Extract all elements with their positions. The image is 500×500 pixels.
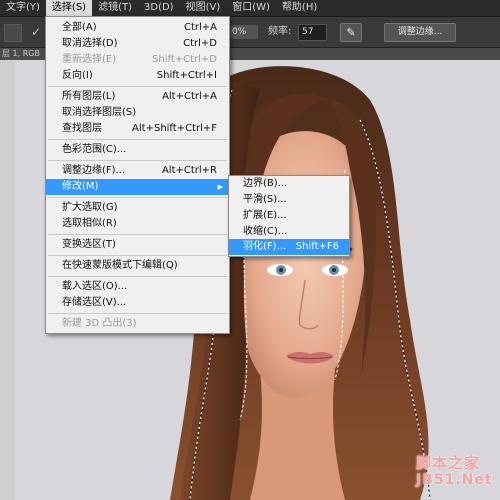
percent-field[interactable]: 0%: [230, 25, 258, 39]
menu-separator: [48, 86, 227, 87]
left-panel-strip: [0, 60, 14, 500]
submenu-item-contract[interactable]: 收缩(C)...: [229, 224, 349, 240]
menu-item-load-selection[interactable]: 载入选区(O)...: [46, 279, 229, 295]
menu-separator: [48, 160, 227, 161]
watermark-line-2: JB51.Net: [416, 472, 493, 488]
menu-select[interactable]: 选择(S): [45, 0, 93, 16]
frequency-input[interactable]: 57: [298, 24, 327, 41]
submenu-arrow-icon: ▶: [217, 183, 223, 191]
menu-view[interactable]: 视图(V): [180, 0, 227, 16]
menu-item-transform-selection[interactable]: 变换选区(T): [46, 237, 229, 253]
menu-item-deselect[interactable]: 取消选择(D) Ctrl+D: [46, 36, 229, 52]
menu-item-grow[interactable]: 扩大选取(G): [46, 200, 229, 216]
frequency-label: 频率:: [268, 26, 292, 37]
menu-help[interactable]: 帮助(H): [276, 0, 323, 16]
menu-item-all[interactable]: 全部(A) Ctrl+A: [46, 20, 229, 36]
menu-separator: [48, 313, 227, 314]
pen-pressure-icon[interactable]: ✎: [340, 23, 362, 42]
menu-item-new-3d-extrusion: 新建 3D 凸出(3): [62, 318, 137, 329]
menu-3d[interactable]: 3D(D): [138, 0, 180, 16]
submenu-item-feather[interactable]: 羽化(F)... Shift+F6: [229, 239, 349, 255]
menu-separator: [48, 234, 227, 235]
menu-bar: 文字(Y) 选择(S) 滤镜(T) 3D(D) 视图(V) 窗口(W) 帮助(H…: [0, 0, 500, 17]
menu-item-quick-mask[interactable]: 在快速蒙版模式下编辑(Q): [46, 258, 229, 274]
menu-item-deselect-layers[interactable]: 取消选择图层(S): [46, 105, 229, 121]
menu-separator: [48, 197, 227, 198]
menu-item-similar[interactable]: 选取相似(R): [46, 216, 229, 232]
select-menu: 全部(A) Ctrl+A 取消选择(D) Ctrl+D 重新选择(E) Shift+C…: [45, 16, 230, 334]
menu-item-reselect: 重新选择(E) Shift+Ctrl+D: [62, 54, 217, 65]
menu-item-refine-edge[interactable]: 调整边缘(F)... Alt+Ctrl+R: [46, 163, 229, 179]
menu-item-all-layers[interactable]: 所有图层(L) Alt+Ctrl+A: [46, 89, 229, 105]
menu-item-modify[interactable]: 修改(M) ▶: [46, 179, 229, 195]
menu-separator: [48, 255, 227, 256]
menu-item-save-selection[interactable]: 存储选区(V)...: [46, 295, 229, 311]
menu-item-inverse[interactable]: 反向(I) Shift+Ctrl+I: [46, 68, 229, 84]
menu-item-find-layers[interactable]: 查找图层 Alt+Shift+Ctrl+F: [46, 121, 229, 137]
submenu-item-smooth[interactable]: 平滑(S)...: [229, 192, 349, 208]
modify-submenu: 边界(B)... 平滑(S)... 扩展(E)... 收缩(C)... 羽化(F…: [228, 175, 350, 257]
refine-edge-button[interactable]: 调整边缘...: [384, 23, 456, 42]
menu-window[interactable]: 窗口(W): [226, 0, 276, 16]
watermark-line-1: 脚本之家: [416, 454, 481, 472]
menu-filter[interactable]: 滤镜(T): [92, 0, 138, 16]
menu-separator: [48, 139, 227, 140]
menu-item-color-range[interactable]: 色彩范围(C)...: [46, 142, 229, 158]
submenu-item-border[interactable]: 边界(B)...: [229, 176, 349, 192]
submenu-item-expand[interactable]: 扩展(E)...: [229, 208, 349, 224]
menu-text[interactable]: 文字(Y): [0, 0, 46, 16]
tool-preset-icon[interactable]: [4, 24, 22, 42]
checkmark-icon[interactable]: ✓: [30, 26, 42, 38]
menu-separator: [48, 276, 227, 277]
